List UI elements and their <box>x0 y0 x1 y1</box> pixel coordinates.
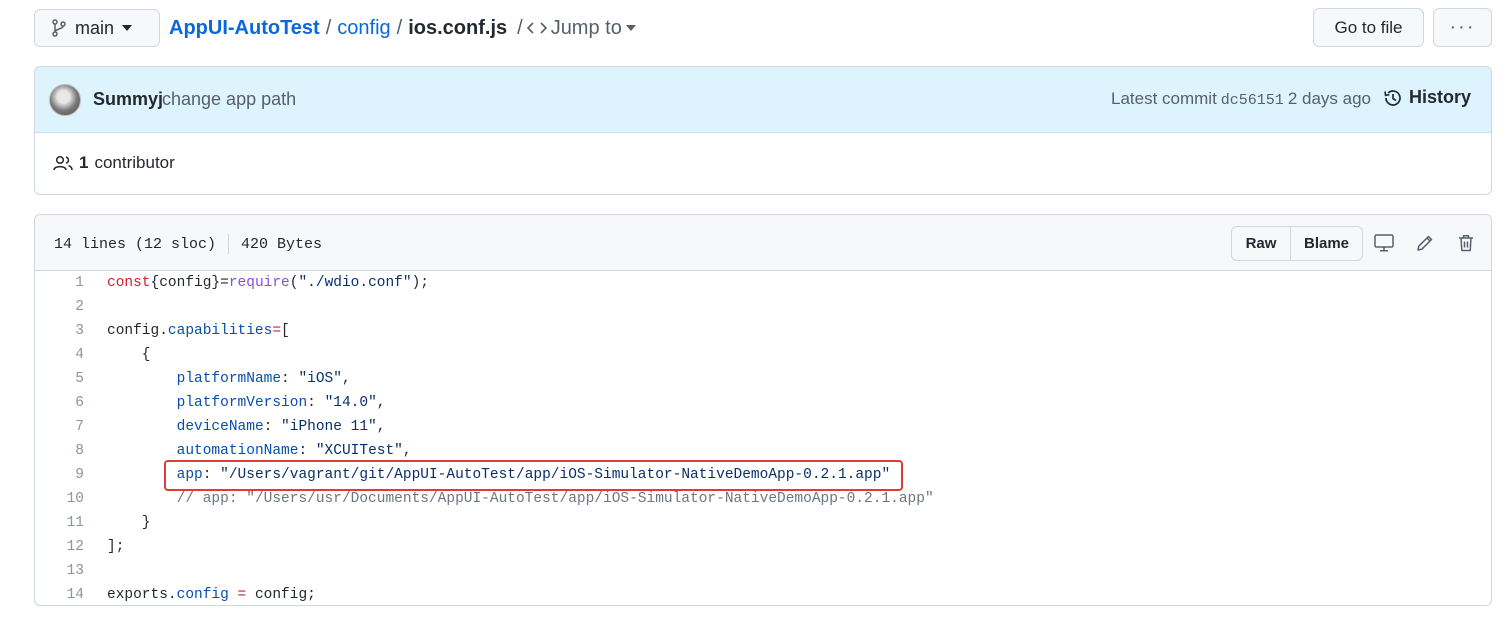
line-content: app: "/Users/vagrant/git/AppUI-AutoTest/… <box>176 467 891 483</box>
commit-author-link[interactable]: Summyj <box>93 89 163 110</box>
latest-commit-label: Latest commit <box>1110 89 1217 108</box>
commit-message-link[interactable]: change app path <box>162 89 296 110</box>
line-content: ]; <box>107 539 125 555</box>
line-content: deviceName: "iPhone 11", <box>176 419 386 435</box>
commit-age: 2 days ago <box>1287 89 1371 108</box>
file-actions-group: Raw Blame <box>1231 226 1363 261</box>
latest-commit-box: Summyj change app path Latest commit dc5… <box>34 66 1492 195</box>
line-content: platformName: "iOS", <box>176 371 351 387</box>
code-line: 8 automationName: "XCUITest", <box>35 439 1491 463</box>
code-line: 12]; <box>35 535 1491 559</box>
code-line: 4 { <box>35 343 1491 367</box>
blame-button[interactable]: Blame <box>1291 227 1362 260</box>
line-content: config.capabilities=[ <box>107 323 290 339</box>
code-line: 14 exports.config = config; <box>35 583 1491 605</box>
commit-sha-link[interactable]: dc56151 <box>1221 92 1284 109</box>
raw-button[interactable]: Raw <box>1232 227 1291 260</box>
line-content: } <box>107 515 151 531</box>
code-line: 3 config.capabilities=[ <box>35 319 1491 343</box>
branch-name: main <box>75 17 115 38</box>
line-number[interactable]: 2 <box>35 295 84 319</box>
code-line: 1 const{config}=require("./wdio.conf"); <box>35 271 1491 295</box>
line-content: // app: "/Users/usr/Documents/AppUI-Auto… <box>176 491 934 507</box>
avatar[interactable] <box>49 84 81 116</box>
history-label: History <box>1408 87 1471 107</box>
line-content: { <box>107 347 151 363</box>
line-number[interactable]: 1 <box>35 271 84 295</box>
file-viewer: 14 lines (12 sloc) 420 Bytes Raw Blame 1… <box>34 214 1492 606</box>
edit-file-button[interactable] <box>1412 230 1438 256</box>
history-link[interactable]: History <box>1383 87 1471 108</box>
history-clock-icon <box>1384 89 1401 106</box>
go-to-file-button[interactable]: Go to file <box>1313 8 1424 47</box>
breadcrumb-file-name: ios.conf.js <box>408 16 508 39</box>
file-info: 14 lines (12 sloc) 420 Bytes <box>54 234 322 254</box>
trash-icon <box>1459 235 1473 252</box>
breadcrumb-separator: / <box>396 16 403 39</box>
commit-header: Summyj change app path Latest commit dc5… <box>35 67 1491 133</box>
line-number[interactable]: 5 <box>35 367 84 391</box>
breadcrumb-folder-link[interactable]: config <box>337 17 390 40</box>
code-line: 6 platformVersion: "14.0", <box>35 391 1491 415</box>
line-number[interactable]: 3 <box>35 319 84 343</box>
breadcrumb-separator: / <box>517 16 523 39</box>
divider <box>228 234 230 254</box>
line-number[interactable]: 6 <box>35 391 84 415</box>
delete-file-button[interactable] <box>1453 230 1479 256</box>
branch-selector-button[interactable]: main <box>34 9 160 47</box>
line-number[interactable]: 11 <box>35 511 84 535</box>
jump-to-label: Jump to <box>550 16 622 39</box>
contributors-link[interactable]: 1 contributor <box>53 153 175 173</box>
code-line: 5 platformName: "iOS", <box>35 367 1491 391</box>
line-number[interactable]: 12 <box>35 535 84 559</box>
file-header: 14 lines (12 sloc) 420 Bytes Raw Blame <box>35 215 1491 271</box>
more-options-button[interactable]: ··· <box>1433 8 1492 47</box>
line-number[interactable]: 8 <box>35 439 84 463</box>
code-line: 2 <box>35 295 1491 319</box>
code-line: 7 deviceName: "iPhone 11", <box>35 415 1491 439</box>
code-line: 13 <box>35 559 1491 583</box>
code-line: 11 } <box>35 511 1491 535</box>
commit-meta: Latest commit dc56151 2 days ago <box>1111 89 1371 109</box>
line-number[interactable]: 9 <box>35 463 84 487</box>
line-number[interactable]: 4 <box>35 343 84 367</box>
breadcrumb-repo-link[interactable]: AppUI-AutoTest <box>169 17 320 40</box>
file-line-count: 14 lines (12 sloc) <box>54 235 217 253</box>
breadcrumb-separator: / <box>325 16 332 39</box>
code-line: 9 app: "/Users/vagrant/git/AppUI-AutoTes… <box>35 463 1491 487</box>
open-desktop-button[interactable] <box>1371 230 1397 256</box>
caret-down-icon <box>625 25 636 31</box>
breadcrumb: AppUI-AutoTest / config / ios.conf.js / … <box>169 9 636 47</box>
line-content: platformVersion: "14.0", <box>176 395 386 411</box>
pencil-icon <box>1417 235 1433 251</box>
file-size: 420 Bytes <box>241 235 323 253</box>
line-number[interactable]: 13 <box>35 559 84 583</box>
caret-down-icon <box>122 25 133 31</box>
code-view: 1 const{config}=require("./wdio.conf"); 2… <box>35 271 1491 605</box>
desktop-icon <box>1374 234 1394 252</box>
line-content: automationName: "XCUITest", <box>176 443 412 459</box>
line-number[interactable]: 7 <box>35 415 84 439</box>
line-content: exports.config = config; <box>107 587 316 603</box>
people-icon <box>53 155 73 171</box>
contributor-count: 1 <box>79 153 89 172</box>
line-content: const{config}=require("./wdio.conf"); <box>107 275 429 291</box>
contributor-label: contributor <box>94 153 175 172</box>
jump-to-menu[interactable]: Jump to <box>526 16 636 40</box>
kebab-icon: ··· <box>1449 16 1476 38</box>
line-number[interactable]: 14 <box>35 583 84 605</box>
code-line: 10 // app: "/Users/usr/Documents/AppUI-A… <box>35 487 1491 511</box>
line-number[interactable]: 10 <box>35 487 84 511</box>
git-branch-icon <box>52 19 66 37</box>
code-icon <box>526 22 547 34</box>
